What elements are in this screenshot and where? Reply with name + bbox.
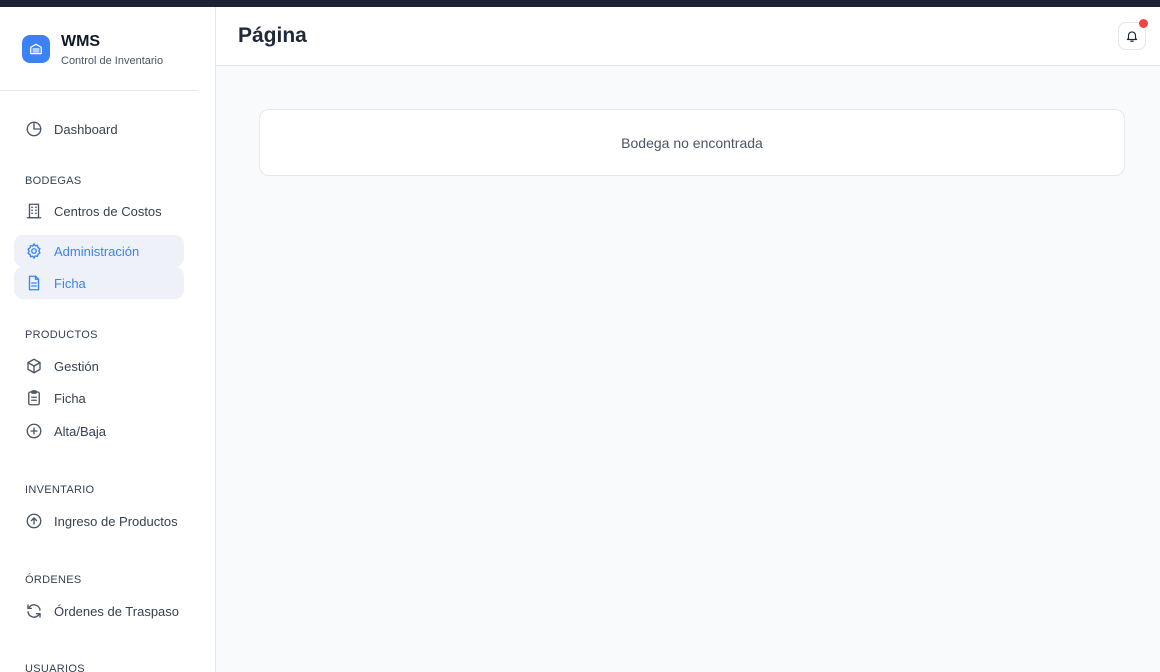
sidebar-item-label: Gestión [54, 358, 99, 374]
clipboard-icon [25, 389, 43, 407]
warehouse-icon [22, 35, 50, 63]
sidebar-item-ficha-bodega[interactable]: Ficha [14, 267, 184, 299]
sidebar-item-label: Ficha [54, 275, 86, 291]
plus-circle-icon [25, 422, 43, 440]
divider [0, 90, 198, 91]
refresh-icon [25, 602, 43, 620]
sidebar-item-ordenes-de-traspaso[interactable]: Órdenes de Traspaso [14, 595, 184, 627]
sidebar-item-ficha-producto[interactable]: Ficha [14, 382, 184, 414]
bell-icon [1125, 29, 1139, 43]
section-label-usuarios: USUARIOS [25, 663, 85, 672]
sidebar-item-dashboard[interactable]: Dashboard [14, 113, 184, 145]
sidebar-item-label: Órdenes de Traspaso [54, 603, 180, 619]
notification-badge [1138, 18, 1149, 29]
sidebar-item-ingreso-de-productos[interactable]: Ingreso de Productos [14, 505, 184, 537]
brand-title: WMS [61, 33, 101, 50]
document-icon [25, 274, 43, 292]
brand-subtitle: Control de Inventario [61, 55, 164, 67]
sidebar-item-gestion[interactable]: Gestión [14, 350, 184, 382]
sidebar-item-label: Centros de Costos [54, 203, 162, 219]
sidebar-item-label: Administración [54, 243, 140, 259]
section-label-ordenes: ÓRDENES [25, 574, 82, 586]
sidebar-item-centros-de-costos[interactable]: Centros de Costos [14, 195, 184, 227]
sidebar: WMS Control de Inventario Dashboard BODE… [0, 7, 216, 672]
sidebar-item-administracion[interactable]: Administración [14, 235, 184, 267]
sidebar-item-label: Alta/Baja [54, 423, 107, 439]
brand[interactable]: WMS Control de Inventario [22, 33, 163, 68]
page-title: Página [238, 24, 307, 47]
section-label-productos: PRODUCTOS [25, 329, 98, 341]
gear-icon [25, 242, 43, 260]
sidebar-item-alta-baja[interactable]: Alta/Baja [14, 415, 184, 447]
empty-state-message: Bodega no encontrada [621, 134, 763, 151]
sidebar-item-label: Ficha [54, 390, 86, 406]
box-icon [25, 357, 43, 375]
arrow-up-circle-icon [25, 512, 43, 530]
sidebar-item-label: Ingreso de Productos [54, 513, 178, 529]
section-label-bodegas: BODEGAS [25, 175, 82, 187]
message-card: Bodega no encontrada [259, 109, 1125, 176]
building-icon [25, 202, 43, 220]
section-label-inventario: INVENTARIO [25, 484, 95, 496]
sidebar-item-label: Dashboard [54, 121, 118, 137]
top-strip [0, 0, 1160, 7]
top-header: Página [216, 7, 1160, 66]
pie-chart-icon [25, 120, 43, 138]
